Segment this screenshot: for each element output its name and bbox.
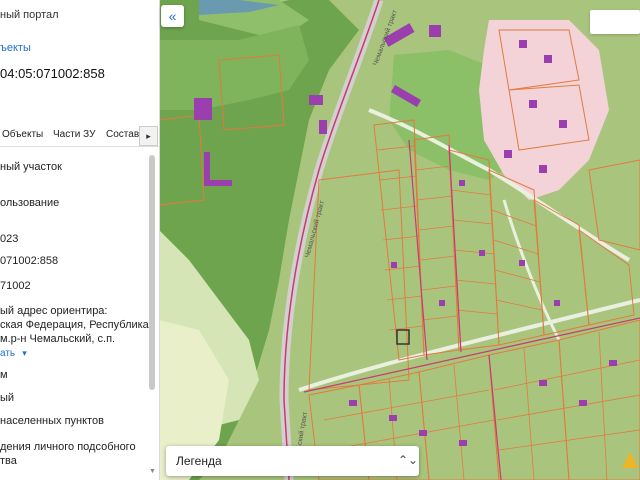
field-status: ый [0,392,15,404]
field-permitted-use-line2: тва [0,455,17,467]
info-panel: ный портал ъекты 04:05:071002:858 Объект… [0,0,160,480]
logo-icon [622,452,638,468]
field-usage: ользование [0,197,60,209]
legend-label: Легенда [176,454,222,468]
tabs-next-button[interactable]: ▸ [139,126,158,146]
cadastral-map[interactable]: Чемальский тракт Чемальский тракт Чемаль… [159,0,640,480]
scroll-down-icon[interactable]: ▼ [149,468,156,476]
tab-parts[interactable]: Части ЗУ [53,129,95,140]
tab-objects[interactable]: Объекты [2,129,43,140]
select-arrows-icon: ⌃⌄ [398,453,419,467]
field-address-label: ый адрес ориентира: [0,305,108,317]
map-view[interactable]: Чемальский тракт Чемальский тракт Чемаль… [159,0,640,480]
field-permitted-use-line1: дения личного подсобного [0,441,136,453]
tabs-bar: Объекты Части ЗУ Состав ▸ [0,124,159,147]
portal-title: ный портал [0,9,59,21]
field-address-line2: м.р-н Чемальский, с.п. [0,333,116,345]
show-more-link[interactable]: ать ▾ [0,347,27,359]
field-area-unit: м [0,369,8,381]
legend-select[interactable]: Легенда ⌃⌄ [166,446,419,476]
field-number: 071002:858 [0,255,59,267]
tab-composition[interactable]: Состав [106,129,139,140]
cadastral-number: 04:05:071002:858 [0,66,105,81]
chevron-down-icon[interactable]: ▾ [22,348,27,358]
map-control-box[interactable] [590,10,640,34]
objects-link[interactable]: ъекты [0,42,31,54]
field-category: населенных пунктов [0,415,104,427]
field-date: 023 [0,233,19,245]
collapse-panel-button[interactable]: « [161,5,184,27]
field-quarter: 71002 [0,280,31,292]
field-address-line1: ская Федерация, Республика [0,319,149,331]
show-link-label[interactable]: ать [0,348,15,359]
field-type: ный участок [0,161,62,173]
panel-scrollbar[interactable] [149,155,155,390]
